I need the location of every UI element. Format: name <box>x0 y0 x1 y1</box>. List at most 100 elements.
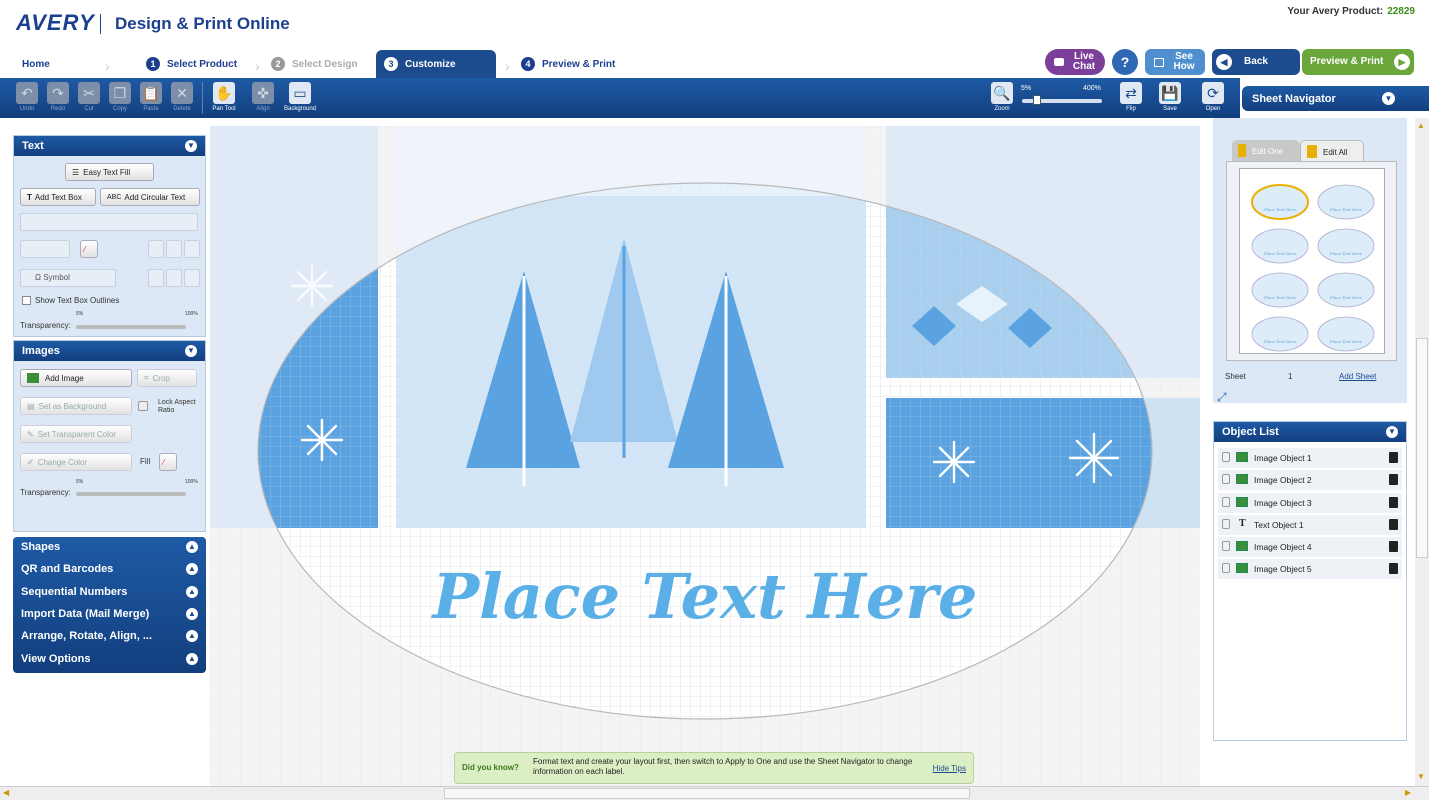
horizontal-scroll-thumb[interactable] <box>444 788 970 799</box>
step-customize[interactable]: 3 Customize <box>376 50 496 78</box>
trash-icon[interactable] <box>1389 563 1398 574</box>
cut-button[interactable]: ✂ Cut <box>76 82 102 116</box>
add-text-box-button[interactable]: T Add Text Box <box>20 188 96 206</box>
hide-tips-link[interactable]: Hide Tips <box>933 764 966 773</box>
import-data-panel-header[interactable]: Import Data (Mail Merge) ▲ <box>13 604 206 624</box>
open-button[interactable]: ⟳ Open <box>1200 82 1226 116</box>
sheet-navigator-header[interactable]: Sheet Navigator ▼ <box>1242 86 1429 111</box>
label-thumbnail[interactable] <box>1251 184 1309 220</box>
font-size-select[interactable] <box>20 240 70 258</box>
vertical-scrollbar[interactable]: ▲ ▼ <box>1415 118 1429 786</box>
text-panel-header[interactable]: Text ▼ <box>14 136 205 156</box>
lock-icon[interactable] <box>1222 519 1230 529</box>
view-options-panel-header[interactable]: View Options ▲ <box>13 649 206 669</box>
zoom-slider[interactable] <box>1022 95 1102 105</box>
step-preview-print[interactable]: 4 Preview & Print <box>521 50 615 78</box>
qr-barcodes-panel-header[interactable]: QR and Barcodes ▲ <box>13 559 206 579</box>
label-artwork[interactable]: Place Text Here <box>210 126 1200 786</box>
zoom-button[interactable]: 🔍 Zoom <box>989 82 1015 116</box>
object-row[interactable]: T Text Object 1 <box>1218 515 1402 535</box>
symbol-select[interactable]: Ω Symbol <box>20 269 116 287</box>
align-left-button[interactable] <box>148 240 164 258</box>
copy-button[interactable]: ❐ Copy <box>107 82 133 116</box>
horizontal-scrollbar[interactable]: ◀ ▶ <box>0 786 1429 800</box>
object-row[interactable]: Image Object 3 <box>1218 493 1402 513</box>
object-row[interactable]: Image Object 1 <box>1218 448 1402 468</box>
italic-button[interactable] <box>166 269 182 287</box>
delete-button[interactable]: ✕ Delete <box>169 82 195 116</box>
change-color-button[interactable]: ✐ Change Color <box>20 453 132 471</box>
set-background-button[interactable]: ▤ Set as Background <box>20 397 132 415</box>
crop-button[interactable]: ⌗ Crop <box>137 369 197 387</box>
label-thumbnail[interactable] <box>1251 272 1309 308</box>
avery-logo[interactable]: AVERY <box>16 10 95 36</box>
save-button[interactable]: 💾 Save <box>1157 82 1183 116</box>
lock-icon[interactable] <box>1222 541 1230 551</box>
paste-button[interactable]: 📋 Paste <box>138 82 164 116</box>
live-chat-button[interactable]: Live Chat <box>1045 49 1105 75</box>
font-family-select[interactable] <box>20 213 198 231</box>
bold-button[interactable] <box>148 269 164 287</box>
background-button[interactable]: ▭ Background <box>284 82 316 116</box>
scroll-left-icon[interactable]: ◀ <box>3 788 9 797</box>
sheet-thumbnail[interactable]: Place Text Here Place Text Here Place Text… <box>1239 168 1385 354</box>
arrange-panel-header[interactable]: Arrange, Rotate, Align, ... ▲ <box>13 626 206 646</box>
flip-button[interactable]: ⇄ Flip <box>1118 82 1144 116</box>
zoom-slider-thumb[interactable] <box>1032 95 1041 105</box>
show-outlines-checkbox[interactable] <box>22 296 31 305</box>
trash-icon[interactable] <box>1389 497 1398 508</box>
image-transparency-slider[interactable] <box>76 492 186 496</box>
align-button[interactable]: ✜ Align <box>250 82 276 116</box>
redo-button[interactable]: ↷ Redo <box>45 82 71 116</box>
edit-all-tab[interactable]: Edit All <box>1300 140 1364 161</box>
label-thumbnail[interactable] <box>1317 184 1375 220</box>
vertical-scroll-thumb[interactable] <box>1416 338 1428 558</box>
nav-home[interactable]: Home <box>22 50 50 78</box>
label-thumbnail[interactable] <box>1317 272 1375 308</box>
trash-icon[interactable] <box>1389 519 1398 530</box>
lock-icon[interactable] <box>1222 497 1230 507</box>
lock-aspect-checkbox[interactable] <box>138 401 148 411</box>
design-canvas[interactable]: Place Text Here <box>210 126 1200 786</box>
add-sheet-link[interactable]: Add Sheet <box>1339 372 1376 381</box>
preview-print-button[interactable]: Preview & Print ▶ <box>1302 49 1414 75</box>
align-center-button[interactable] <box>166 240 182 258</box>
trash-icon[interactable] <box>1389 452 1398 463</box>
lock-icon[interactable] <box>1222 563 1230 573</box>
scroll-up-icon[interactable]: ▲ <box>1417 121 1425 130</box>
expand-icon[interactable]: ⤢ <box>1217 390 1227 405</box>
back-button[interactable]: ◀ Back <box>1212 49 1300 75</box>
lock-icon[interactable] <box>1222 474 1230 484</box>
underline-button[interactable] <box>184 269 200 287</box>
undo-button[interactable]: ↶ Undo <box>14 82 40 116</box>
label-thumbnail[interactable] <box>1317 316 1375 352</box>
trash-icon[interactable] <box>1389 541 1398 552</box>
sequential-numbers-panel-header[interactable]: Sequential Numbers ▲ <box>13 582 206 602</box>
help-button[interactable]: ? <box>1112 49 1138 75</box>
object-row[interactable]: Image Object 4 <box>1218 537 1402 557</box>
add-image-button[interactable]: Add Image <box>20 369 132 387</box>
scroll-right-icon[interactable]: ▶ <box>1405 788 1411 797</box>
images-panel-header[interactable]: Images ▼ <box>14 341 205 361</box>
text-color-button[interactable]: ⁄ <box>80 240 98 258</box>
label-thumbnail[interactable] <box>1251 316 1309 352</box>
trash-icon[interactable] <box>1389 474 1398 485</box>
label-thumbnail[interactable] <box>1317 228 1375 264</box>
object-row[interactable]: Image Object 5 <box>1218 559 1402 579</box>
easy-text-fill-button[interactable]: ☰ Easy Text Fill <box>65 163 154 181</box>
lock-icon[interactable] <box>1222 452 1230 462</box>
see-how-button[interactable]: See How <box>1145 49 1205 75</box>
label-thumbnail[interactable] <box>1251 228 1309 264</box>
placeholder-text[interactable]: Place Text Here <box>431 560 978 633</box>
object-list-header[interactable]: Object List ▼ <box>1214 422 1406 442</box>
step-select-design[interactable]: 2 Select Design <box>271 50 358 78</box>
text-transparency-slider[interactable] <box>76 325 186 329</box>
scroll-down-icon[interactable]: ▼ <box>1417 772 1425 781</box>
edit-one-tab[interactable]: Edit One <box>1232 140 1300 161</box>
object-row[interactable]: Image Object 2 <box>1218 470 1402 490</box>
step-select-product[interactable]: 1 Select Product <box>146 50 237 78</box>
shapes-panel-header[interactable]: Shapes ▲ <box>13 537 206 557</box>
align-right-button[interactable] <box>184 240 200 258</box>
fill-color-button[interactable]: ⁄ <box>159 453 177 471</box>
add-circular-text-button[interactable]: ABC Add Circular Text <box>100 188 200 206</box>
